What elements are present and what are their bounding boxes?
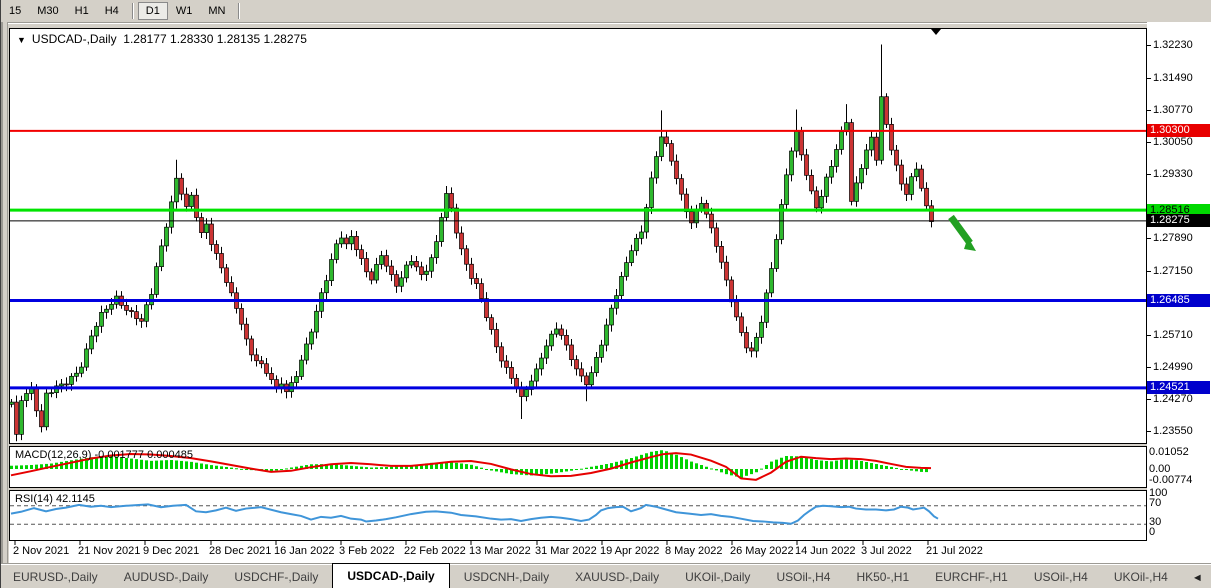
price-tick-mark	[1147, 237, 1151, 239]
price-tick-label: 1.25710	[1153, 328, 1193, 341]
toolbar-separator	[238, 3, 240, 19]
date-label: 22 Feb 2022	[404, 545, 466, 557]
date-axis[interactable]: 2 Nov 2021 21 Nov 2021 9 Dec 2021 28 Dec 20…	[9, 541, 1147, 563]
macd-signal-value: 0.000485	[147, 449, 193, 461]
indicator-axis-label: -0.00774	[1149, 474, 1193, 486]
price-chart-panel[interactable]	[9, 28, 1147, 444]
price-tick-label: 1.27890	[1153, 231, 1193, 244]
timeframe-button-h4[interactable]: H4	[97, 2, 127, 20]
chart-tab-usdcnh-daily[interactable]: USDCNH-,Daily	[452, 566, 561, 588]
date-label: 16 Jan 2022	[274, 545, 335, 557]
timeframe-button-15[interactable]: 15	[1, 2, 29, 20]
chart-tab-ukoil-h4[interactable]: UKOil-,H4	[1102, 566, 1180, 588]
toolbar-separator	[131, 3, 133, 19]
price-tick-mark	[1147, 398, 1151, 400]
chart-tab-ukoil-daily[interactable]: UKOil-,Daily	[673, 566, 762, 588]
chart-tab-eurchf-h1[interactable]: EURCHF-,H1	[923, 566, 1020, 588]
date-label: 21 Jul 2022	[926, 545, 983, 557]
price-tick-label: 1.27150	[1153, 264, 1193, 277]
timeframe-button-h1[interactable]: H1	[67, 2, 97, 20]
indicator-axis-label: 0.01052	[1149, 446, 1189, 458]
date-label: 14 Jun 2022	[795, 545, 856, 557]
chart-tab-xauusd-daily[interactable]: XAUUSD-,Daily	[563, 566, 671, 588]
price-tick-mark	[1147, 109, 1151, 111]
timeframe-button-m30[interactable]: M30	[29, 2, 66, 20]
price-tick-mark	[1147, 77, 1151, 79]
timeframe-button-d1[interactable]: D1	[137, 2, 168, 20]
indicator-axis-label: 70	[1149, 497, 1162, 509]
ohlc-open-value: 1.28177	[123, 32, 167, 46]
price-tick-label: 1.30050	[1153, 135, 1193, 148]
chart-symbol-label: USDCAD-,Daily	[31, 32, 117, 46]
chart-tab-usdchf-daily[interactable]: USDCHF-,Daily	[222, 566, 330, 588]
price-tick-label: 1.32230	[1153, 39, 1193, 51]
price-tick-mark	[1147, 141, 1151, 143]
price-tick-label: 1.29330	[1153, 167, 1193, 180]
date-label: 26 May 2022	[730, 545, 794, 557]
date-label: 2 Nov 2021	[13, 545, 70, 557]
price-tick-label: 1.23550	[1153, 424, 1193, 437]
ohlc-high-value: 1.28330	[170, 32, 214, 46]
chart-tab-hk50-h1[interactable]: HK50-,H1	[844, 566, 921, 588]
ohlc-low-value: 1.28135	[216, 32, 261, 46]
tab-scroll-arrows[interactable]: ◄ ►	[1192, 572, 1211, 584]
indicator-axis-label: 0	[1149, 526, 1156, 538]
chart-tab-eurusd-daily[interactable]: EURUSD-,Daily	[1, 566, 110, 588]
timeframe-button-w1[interactable]: W1	[168, 2, 201, 20]
macd-indicator-label: MACD(12,26,9) -0.001777 0.000485	[15, 449, 193, 461]
price-tick-label: 1.24990	[1153, 360, 1193, 373]
price-tick-label: 1.31490	[1153, 71, 1193, 84]
price-tick-mark	[1147, 173, 1151, 175]
symbol-tab-bar: EURUSD-,Daily AUDUSD-,Daily USDCHF-,Daily U…	[1, 563, 1211, 588]
price-tick-label: 1.30770	[1153, 103, 1193, 116]
date-label: 8 May 2022	[665, 545, 723, 557]
hline-price-label: 1.28275	[1147, 214, 1210, 228]
date-label: 13 Mar 2022	[469, 545, 531, 557]
hline-price-label: 1.24521	[1147, 381, 1210, 395]
chart-symbol-header: ▼ USDCAD-,Daily 1.28177 1.28330 1.28135 1…	[17, 32, 307, 46]
hline-price-label: 1.30300	[1147, 124, 1210, 138]
rsi-name: RSI(14)	[15, 493, 53, 505]
date-label: 3 Feb 2022	[339, 545, 395, 557]
left-window-gutter	[1, 22, 8, 563]
rsi-indicator-panel[interactable]	[9, 490, 1147, 541]
date-label: 21 Nov 2021	[78, 545, 141, 557]
hline-price-label: 1.26485	[1147, 293, 1210, 307]
rsi-value: 42.1145	[55, 493, 95, 505]
macd-name: MACD(12,26,9)	[15, 449, 92, 461]
trading-terminal-window: 15 M30 H1 H4 D1 W1 MN ▼ USDCAD-,Daily 1.28177 1…	[0, 0, 1211, 588]
rsi-indicator-label: RSI(14) 42.1145	[15, 493, 95, 505]
price-tick-mark	[1147, 334, 1151, 336]
ohlc-close-value: 1.28275	[263, 32, 307, 46]
timeframe-button-mn[interactable]: MN	[200, 2, 233, 20]
price-tick-mark	[1147, 430, 1151, 432]
date-label: 9 Dec 2021	[143, 545, 200, 557]
timeframe-toolbar: 15 M30 H1 H4 D1 W1 MN	[1, 0, 1211, 23]
date-label: 28 Dec 2021	[209, 545, 272, 557]
chart-tab-audusd-daily[interactable]: AUDUSD-,Daily	[112, 566, 221, 588]
chart-tab-usdcad-daily[interactable]: USDCAD-,Daily	[332, 563, 450, 588]
price-tick-mark	[1147, 366, 1151, 368]
date-label: 31 Mar 2022	[535, 545, 597, 557]
price-tick-mark	[1147, 270, 1151, 272]
date-label: 19 Apr 2022	[600, 545, 660, 557]
chart-tab-usoil-h4[interactable]: USOil-,H4	[1022, 566, 1100, 588]
chart-tab-usoil-h4[interactable]: USOil-,H4	[764, 566, 842, 588]
chevron-down-icon[interactable]: ▼	[17, 35, 26, 45]
price-tick-label: 1.24270	[1153, 392, 1193, 405]
macd-main-value: -0.001777	[94, 449, 145, 461]
price-tick-mark	[1147, 45, 1151, 46]
date-label: 3 Jul 2022	[861, 545, 912, 557]
